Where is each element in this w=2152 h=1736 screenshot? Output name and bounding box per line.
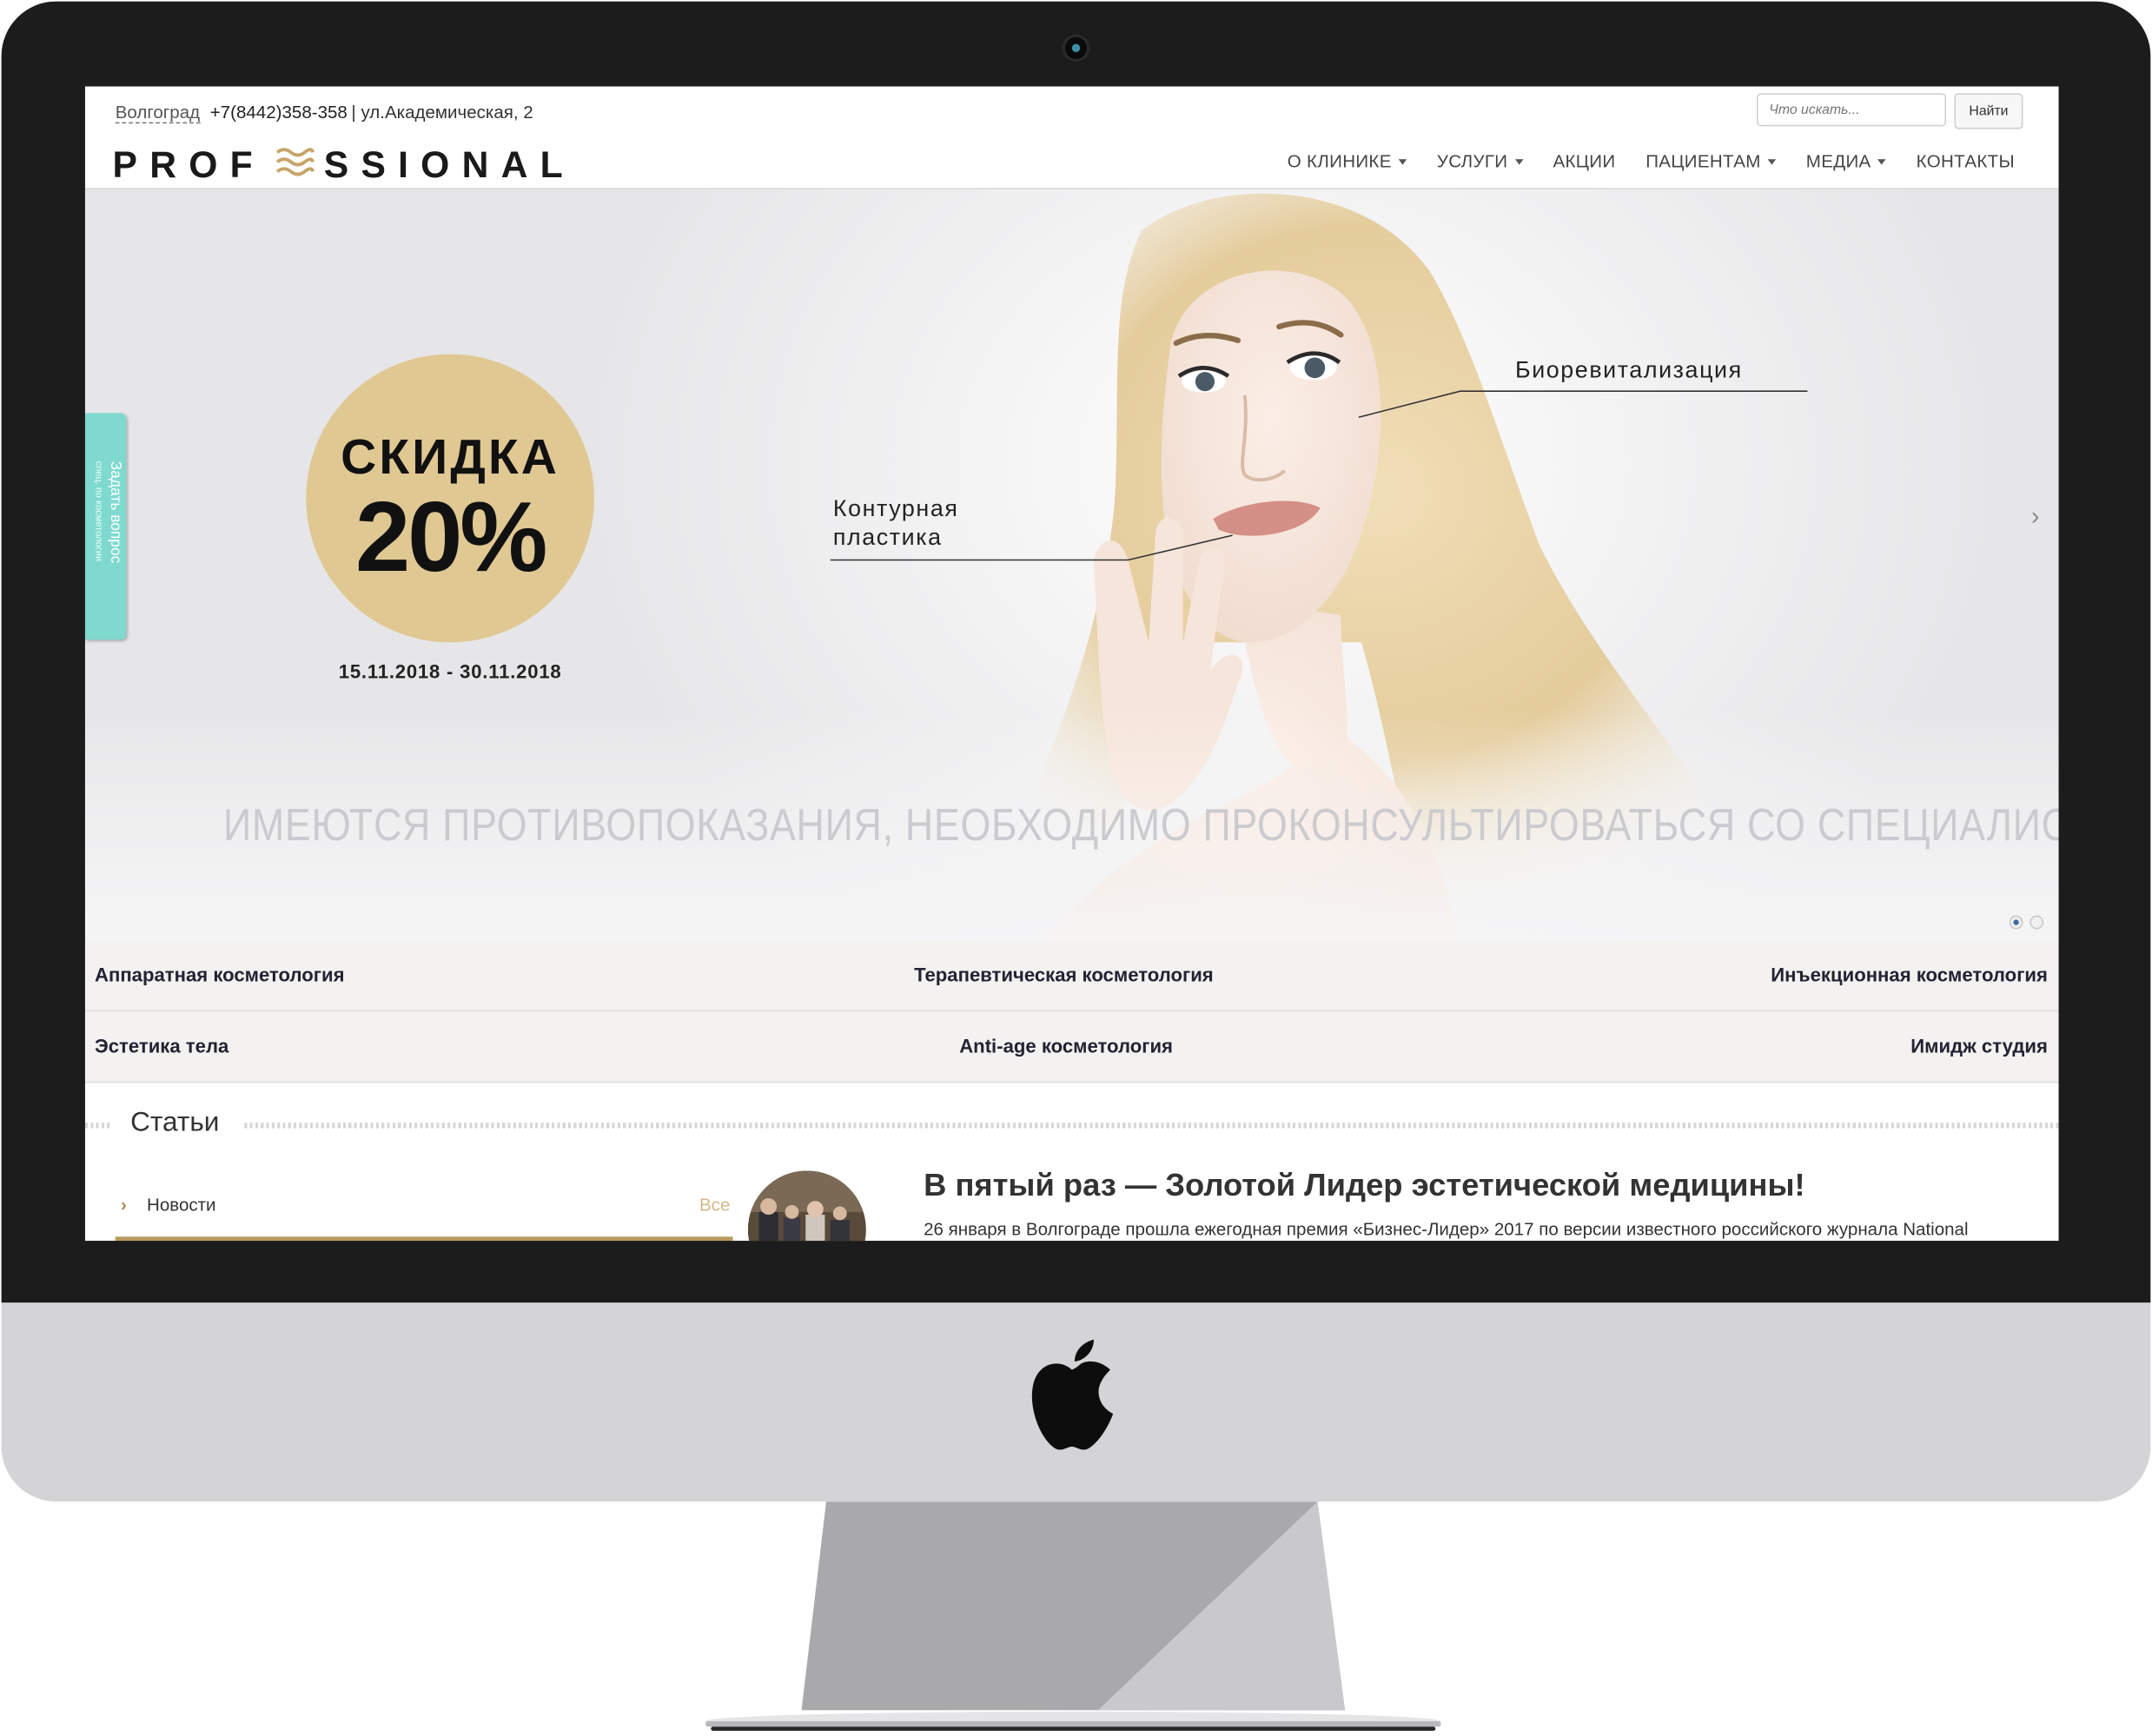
chevron-down-icon: [1877, 159, 1886, 165]
slider-next-arrow-icon[interactable]: ›: [2031, 502, 2039, 531]
category-image-studio[interactable]: Имидж студия: [1910, 1035, 2048, 1057]
nav-item-about[interactable]: О КЛИНИКЕ: [1287, 150, 1407, 172]
news-all-link[interactable]: Все: [699, 1194, 730, 1215]
nav-item-label: УСЛУГИ: [1436, 150, 1508, 172]
phone-number[interactable]: +7(8442)358-358: [210, 102, 348, 123]
category-hardware-cosmetology[interactable]: Аппаратная косметология: [95, 964, 344, 985]
webcam-icon: [1064, 36, 1088, 59]
address: | ул.Академическая, 2: [351, 101, 533, 123]
nav-item-patients[interactable]: ПАЦИЕНТАМ: [1645, 150, 1777, 172]
nav-item-label: МЕДИА: [1805, 150, 1871, 172]
svg-text:PROF: PROF: [113, 144, 265, 180]
label-biorevitalization: Биоревитализация: [1514, 356, 1743, 383]
site-header: Волгоград +7(8442)358-358 | ул.Академиче…: [84, 86, 2059, 189]
nav-item-label: О КЛИНИКЕ: [1287, 150, 1392, 172]
news-tab[interactable]: › Новости Все: [121, 1191, 730, 1224]
ask-question-sublabel: спец. по косметологии: [93, 461, 103, 562]
discount-title: СКИДКА: [341, 427, 560, 485]
chevron-down-icon: [1767, 159, 1777, 165]
category-therapeutic-cosmetology[interactable]: Терапевтическая косметология: [914, 964, 1214, 985]
news-tab-underline: [115, 1236, 733, 1242]
article-headline[interactable]: В пятый раз — Золотой Лидер эстетической…: [924, 1167, 1804, 1204]
section-divider-left: [84, 1123, 110, 1129]
search-button[interactable]: Найти: [1954, 93, 2023, 129]
news-tab-label: Новости: [147, 1194, 216, 1216]
site-logo[interactable]: PROF SSIONAL: [113, 142, 574, 180]
main-navigation: О КЛИНИКЕ УСЛУГИ АКЦИИ ПАЦИЕНТАМ МЕДИА К…: [1288, 151, 2015, 172]
category-row-2: Эстетика тела Anti-age косметология Имид…: [84, 1011, 2059, 1083]
chevron-down-icon: [1398, 159, 1407, 165]
chevron-down-icon: [1514, 159, 1523, 165]
apple-logo-icon: [1031, 1339, 1114, 1450]
nav-item-media[interactable]: МЕДИА: [1805, 150, 1886, 172]
discount-badge[interactable]: СКИДКА 20%: [306, 354, 595, 643]
article-thumbnail[interactable]: [747, 1170, 866, 1242]
logo-waves-icon: [275, 148, 315, 176]
nav-item-label: КОНТАКТЫ: [1916, 150, 2015, 172]
chevron-right-icon: ›: [121, 1194, 127, 1216]
medical-disclaimer: ИМЕЮТСЯ ПРОТИВОПОКАЗАНИЯ, НЕОБХОДИМО ПРО…: [222, 798, 2059, 850]
svg-text:SSIONAL: SSIONAL: [324, 144, 574, 180]
label-contour-plastic: Контурная пластика: [833, 494, 959, 552]
award-photo-image: [747, 1170, 866, 1242]
nav-item-label: АКЦИИ: [1553, 150, 1616, 172]
category-links: Аппаратная косметология Терапевтическая …: [84, 940, 2059, 1083]
ask-question-tab[interactable]: Задать вопрос спец. по косметологии: [84, 413, 127, 640]
category-body-aesthetics[interactable]: Эстетика тела: [95, 1035, 228, 1057]
section-divider-right: [244, 1123, 2059, 1129]
search-input[interactable]: [1757, 93, 1947, 127]
category-anti-age[interactable]: Anti-age косметология: [959, 1035, 1173, 1057]
category-injection-cosmetology[interactable]: Инъекционная косметология: [1771, 964, 2048, 985]
nav-item-promotions[interactable]: АКЦИИ: [1553, 151, 1615, 172]
nav-item-contacts[interactable]: КОНТАКТЫ: [1917, 151, 2015, 172]
website-screen: Волгоград +7(8442)358-358 | ул.Академиче…: [84, 86, 2059, 1242]
nav-item-services[interactable]: УСЛУГИ: [1436, 150, 1523, 172]
monitor-stand: [705, 1501, 1441, 1732]
discount-dates: 15.11.2018 - 30.11.2018: [338, 659, 562, 683]
slider-dot-1[interactable]: [2009, 915, 2023, 930]
ask-question-label: Задать вопрос: [107, 461, 124, 564]
articles-section-title: Статьи: [130, 1107, 236, 1140]
nav-item-label: ПАЦИЕНТАМ: [1645, 150, 1761, 172]
hero-slider: СКИДКА 20% 15.11.2018 - 30.11.2018 Конту…: [84, 189, 2059, 941]
category-row-1: Аппаратная косметология Терапевтическая …: [84, 940, 2059, 1012]
discount-value: 20%: [355, 483, 547, 593]
article-lead: 26 января в Волгограде прошла ежегодная …: [924, 1218, 1969, 1240]
slider-dot-2[interactable]: [2030, 915, 2044, 930]
label-contour-line1: Контурная: [832, 495, 959, 522]
city-selector[interactable]: Волгоград: [115, 102, 201, 124]
label-contour-line2: пластика: [832, 524, 943, 551]
